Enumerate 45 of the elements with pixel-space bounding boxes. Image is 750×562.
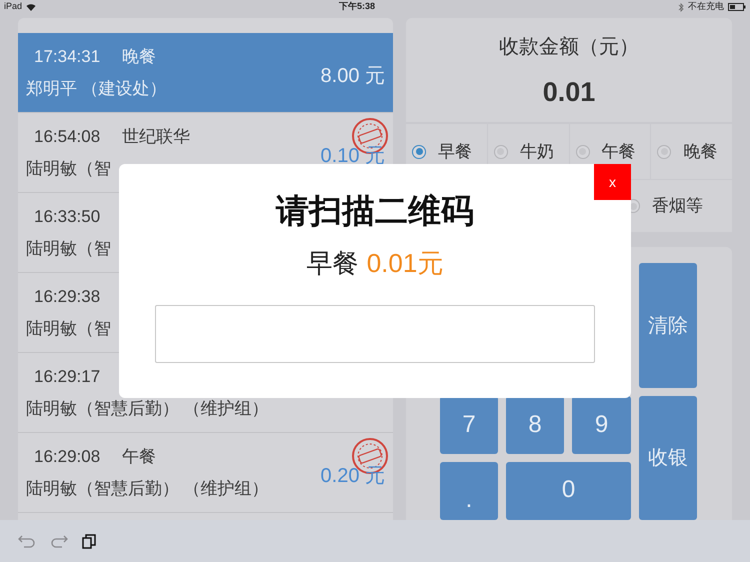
order-time: 17:34:31 xyxy=(34,46,100,68)
redo-icon[interactable] xyxy=(50,534,68,548)
customer-name: 陆明敏（智慧后勤） （维护组） xyxy=(26,478,270,500)
order-item: 午餐 xyxy=(122,446,156,468)
amount-label: 收款金额（元） xyxy=(499,35,639,60)
status-time: 下午5:38 xyxy=(339,0,376,14)
order-time: 16:29:08 xyxy=(34,446,100,468)
close-button[interactable]: x xyxy=(594,164,631,200)
order-amount: 8.00 元 xyxy=(320,64,385,89)
radio-button[interactable] xyxy=(657,144,672,159)
dialog-title: 请扫描二维码 xyxy=(276,191,474,231)
order-item: 晚餐 xyxy=(122,46,156,68)
bluetooth-icon xyxy=(678,2,684,12)
undo-icon[interactable] xyxy=(18,534,36,548)
meal-price: 0.01元 xyxy=(366,246,444,280)
radio-button[interactable] xyxy=(576,144,590,159)
copy-icon[interactable] xyxy=(82,534,96,548)
meal-option[interactable]: 晚餐 xyxy=(651,124,732,180)
checkout-button[interactable]: 收银 xyxy=(639,396,697,520)
order-time: 16:29:38 xyxy=(34,286,100,308)
battery-status: 不在充电 xyxy=(688,0,724,14)
device-name: iPad xyxy=(4,0,22,14)
number-key[interactable]: 9 xyxy=(572,396,631,454)
radio-button[interactable] xyxy=(412,144,426,159)
order-time: 16:29:17 xyxy=(34,366,100,388)
order-row[interactable]: 17:34:31 晚餐 郑明平 （建设处） 8.00 元 xyxy=(18,33,393,113)
order-time: 16:33:50 xyxy=(34,206,100,228)
wifi-icon xyxy=(26,3,36,11)
customer-name: 陆明敏（智 xyxy=(26,238,112,260)
order-time: 16:54:08 xyxy=(34,126,100,148)
amount-value: 0.01 xyxy=(542,76,596,109)
radio-button[interactable] xyxy=(494,144,508,159)
decimal-key[interactable]: . xyxy=(440,462,498,520)
customer-name: 陆明敏（智 xyxy=(26,158,112,180)
qr-code-field[interactable] xyxy=(155,304,595,362)
customer-name: 陆明敏（智慧后勤） （维护组） xyxy=(26,398,270,420)
customer-name: 郑明平 （建设处） xyxy=(26,78,168,100)
order-item: 世纪联华 xyxy=(122,126,190,148)
number-key[interactable]: 7 xyxy=(440,396,498,454)
number-key[interactable]: 8 xyxy=(506,396,564,454)
meal-name: 早餐 xyxy=(306,246,359,280)
zero-key[interactable]: 0 xyxy=(506,462,631,520)
clear-button[interactable]: 清除 xyxy=(639,263,697,388)
battery-icon xyxy=(728,3,746,11)
customer-name: 陆明敏（智 xyxy=(26,318,112,340)
